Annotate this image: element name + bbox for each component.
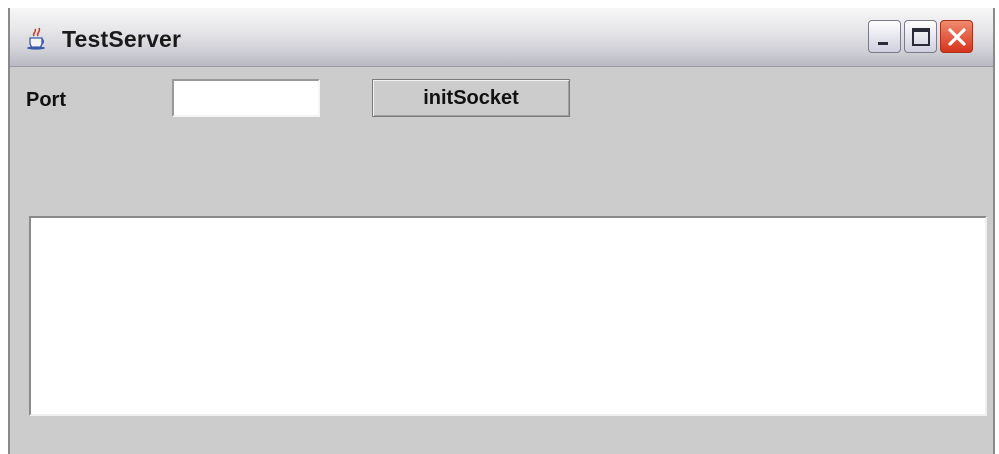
minimize-icon: [878, 42, 888, 45]
port-input[interactable]: [172, 79, 320, 117]
maximize-button[interactable]: [904, 20, 937, 53]
java-coffee-cup-icon: [27, 27, 45, 50]
output-text-area[interactable]: [29, 216, 987, 416]
port-label: Port: [26, 89, 66, 111]
close-icon: [948, 28, 966, 46]
window-title: TestServer: [62, 26, 182, 52]
minimize-button[interactable]: [868, 20, 901, 53]
close-button[interactable]: [940, 20, 973, 53]
app-window: TestServer Port initSocket: [8, 8, 995, 454]
title-bar[interactable]: TestServer: [10, 8, 993, 67]
content-panel: Port initSocket: [10, 67, 993, 454]
init-socket-button[interactable]: initSocket: [372, 79, 570, 117]
maximize-icon: [912, 28, 930, 46]
